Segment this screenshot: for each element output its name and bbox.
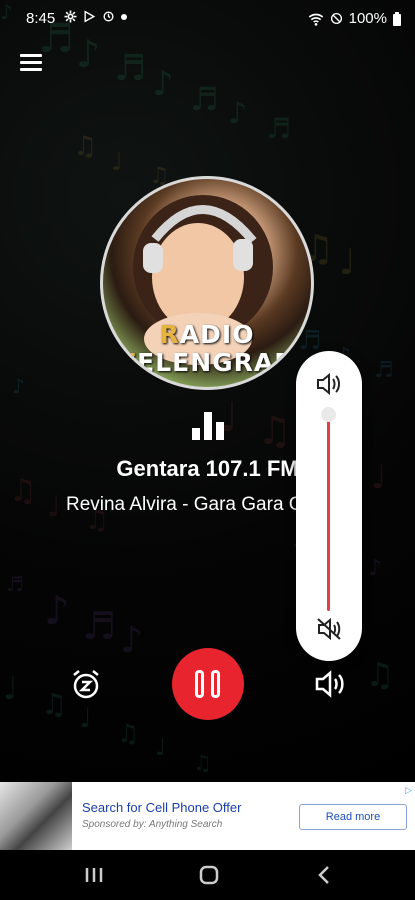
equalizer-icon xyxy=(192,412,224,440)
bg-note: ♩ xyxy=(3,671,18,707)
home-icon[interactable] xyxy=(198,862,220,888)
ad-banner[interactable]: Search for Cell Phone Offer Sponsored by… xyxy=(0,782,415,850)
bg-note: ♬ xyxy=(82,604,117,648)
pause-icon xyxy=(195,670,204,698)
station-cover-art: RADIO ZELENGRAD xyxy=(100,176,314,390)
cover-text-line1: RADIO xyxy=(159,320,255,349)
hamburger-menu-icon[interactable] xyxy=(20,54,42,72)
system-nav-bar xyxy=(0,850,415,900)
bg-note: ♩ xyxy=(339,243,356,283)
status-right-icons: 100% xyxy=(308,10,401,27)
bg-note: ♫ xyxy=(257,409,292,454)
back-icon[interactable] xyxy=(316,862,332,888)
bg-note: ♫ xyxy=(365,655,395,694)
bg-note: ♪ xyxy=(368,556,383,581)
bg-note: ♫ xyxy=(73,131,98,162)
volume-mute-icon[interactable] xyxy=(316,617,342,641)
ad-read-more-button[interactable]: Read more xyxy=(299,804,407,830)
cover-text-line2: ZELENGRAD xyxy=(117,348,297,377)
bg-note: ♬ xyxy=(190,80,219,118)
ad-sponsor: Sponsored by: Anything Search xyxy=(82,819,223,830)
battery-icon xyxy=(393,11,401,26)
sleep-timer-icon[interactable] xyxy=(70,668,102,700)
bg-note: ♫ xyxy=(117,719,140,748)
play-store-icon xyxy=(84,10,96,23)
bg-note: ♪ xyxy=(44,588,70,634)
bg-note: ♩ xyxy=(155,735,166,761)
bg-note: ♪ xyxy=(228,96,248,131)
battery-percent: 100% xyxy=(348,10,387,27)
ad-title[interactable]: Search for Cell Phone Offer xyxy=(82,800,241,815)
status-left-icons xyxy=(64,10,127,23)
bg-note: ♫ xyxy=(193,751,212,775)
dot-icon xyxy=(121,13,127,20)
bg-note: ♪ xyxy=(12,374,25,398)
bg-note: ♩ xyxy=(111,147,123,176)
cover-logo: RADIO ZELENGRAD xyxy=(103,321,311,377)
status-time: 8:45 xyxy=(26,10,56,27)
dnd-icon xyxy=(330,12,342,25)
ad-thumbnail xyxy=(0,782,72,850)
bg-note: ♪ xyxy=(152,64,174,104)
gear-icon xyxy=(64,10,77,23)
wifi-icon xyxy=(308,13,323,26)
volume-slider-thumb[interactable] xyxy=(321,407,336,422)
bg-note: ♬ xyxy=(374,358,394,383)
status-bar: 8:45 100% xyxy=(0,0,415,38)
pause-button[interactable] xyxy=(172,648,244,720)
volume-button-icon[interactable] xyxy=(315,670,345,698)
adchoices-icon[interactable]: ▷ xyxy=(405,785,412,796)
bg-note: ♫ xyxy=(41,687,67,721)
sync-icon xyxy=(103,11,114,22)
bg-note: ♩ xyxy=(79,703,92,734)
bg-note: ♬ xyxy=(266,112,292,145)
bg-note: ♬ xyxy=(6,572,24,596)
volume-up-icon[interactable] xyxy=(316,373,342,395)
bg-note: ♬ xyxy=(114,48,147,89)
volume-slider-track[interactable] xyxy=(327,415,330,611)
volume-panel xyxy=(296,351,362,661)
recents-icon[interactable] xyxy=(84,862,104,888)
bg-note: ♪ xyxy=(76,32,101,76)
bg-note: ♪ xyxy=(120,620,143,661)
pause-icon-bar xyxy=(211,670,220,698)
